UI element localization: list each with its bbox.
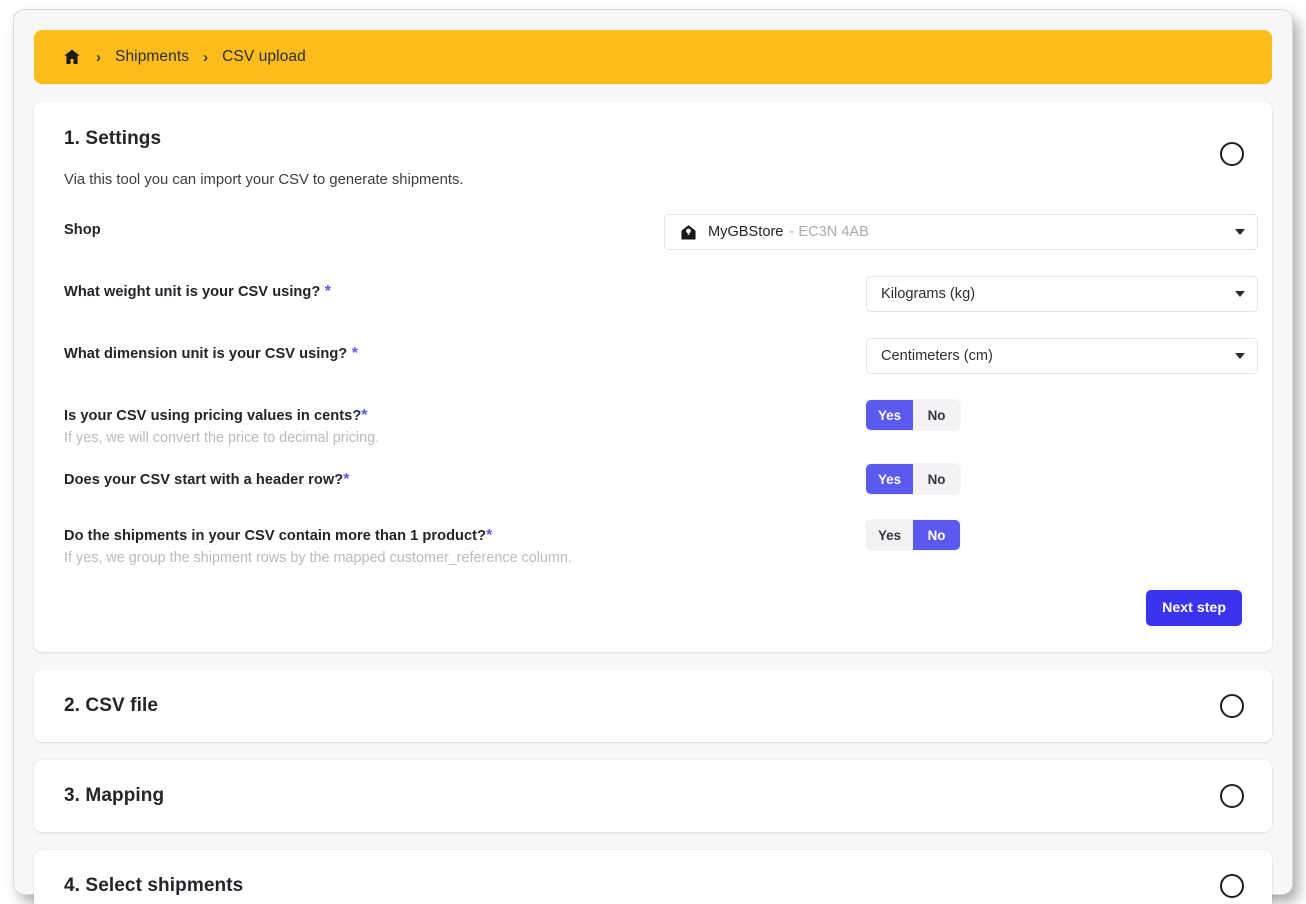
dimension-unit-required-mark: * (352, 345, 358, 362)
multi-product-hint: If yes, we group the shipment rows by th… (64, 550, 664, 566)
form-row-dimension-unit: What dimension unit is your CSV using? *… (64, 338, 1242, 374)
chevron-down-icon (1235, 353, 1245, 359)
cents-toggle-no[interactable]: No (913, 400, 960, 430)
section-select-shipments[interactable]: 4. Select shipments (34, 850, 1272, 904)
breadcrumb-item-csv-upload[interactable]: CSV upload (222, 48, 306, 66)
weight-unit-label: What weight unit is your CSV using? (64, 284, 320, 300)
section-mapping-status-icon (1220, 784, 1244, 808)
section-mapping-title: 3. Mapping (34, 785, 164, 807)
form-row-header-row: Does your CSV start with a header row?* … (64, 464, 1242, 494)
section-mapping[interactable]: 3. Mapping (34, 760, 1272, 832)
header-row-toggle[interactable]: Yes No (866, 464, 960, 494)
multi-product-toggle-yes[interactable]: Yes (866, 520, 913, 550)
header-row-toggle-yes[interactable]: Yes (866, 464, 913, 494)
breadcrumb: › Shipments › CSV upload (34, 30, 1272, 84)
dimension-unit-label: What dimension unit is your CSV using? (64, 346, 347, 362)
weight-unit-required-mark: * (325, 283, 331, 300)
section-csv-file[interactable]: 2. CSV file (34, 670, 1272, 742)
home-icon[interactable] (62, 47, 82, 67)
settings-actions: Next step (64, 590, 1242, 626)
cents-label: Is your CSV using pricing values in cent… (64, 408, 361, 424)
section-csv-file-title: 2. CSV file (34, 695, 158, 717)
form-row-shop: Shop MyGBStore - (64, 214, 1242, 250)
cents-hint: If yes, we will convert the price to dec… (64, 430, 664, 446)
form-row-multi-product: Do the shipments in your CSV contain mor… (64, 520, 1242, 566)
multi-product-label: Do the shipments in your CSV contain mor… (64, 528, 486, 544)
shop-label: Shop (64, 222, 101, 238)
shop-value-code: - EC3N 4AB (789, 224, 868, 240)
chevron-down-icon (1235, 229, 1245, 235)
header-row-required-mark: * (343, 471, 349, 488)
chevron-down-icon (1235, 291, 1245, 297)
cents-toggle-yes[interactable]: Yes (866, 400, 913, 430)
next-step-button[interactable]: Next step (1146, 590, 1242, 626)
breadcrumb-separator-1: › (96, 50, 101, 65)
form-row-weight-unit: What weight unit is your CSV using? * Ki… (64, 276, 1242, 312)
form-row-cents: Is your CSV using pricing values in cent… (64, 400, 1242, 446)
section-csv-file-status-icon (1220, 694, 1244, 718)
breadcrumb-item-shipments[interactable]: Shipments (115, 48, 189, 66)
breadcrumb-separator-2: › (203, 50, 208, 65)
dimension-unit-select[interactable]: Centimeters (cm) (866, 338, 1258, 374)
app-viewport: › Shipments › CSV upload 1. Settings Via… (0, 0, 1306, 904)
section-select-shipments-status-icon (1220, 874, 1244, 898)
dimension-unit-value: Centimeters (cm) (881, 348, 993, 364)
cents-toggle[interactable]: Yes No (866, 400, 960, 430)
multi-product-required-mark: * (486, 527, 492, 544)
section-settings: 1. Settings Via this tool you can import… (34, 102, 1272, 652)
header-row-label: Does your CSV start with a header row? (64, 472, 343, 488)
page-shell: › Shipments › CSV upload 1. Settings Via… (14, 10, 1292, 894)
weight-unit-select[interactable]: Kilograms (kg) (866, 276, 1258, 312)
store-pin-icon (679, 223, 698, 242)
section-settings-title: 1. Settings (64, 128, 1242, 150)
multi-product-toggle[interactable]: Yes No (866, 520, 960, 550)
multi-product-toggle-no[interactable]: No (913, 520, 960, 550)
section-select-shipments-title: 4. Select shipments (34, 875, 243, 897)
shop-select[interactable]: MyGBStore - EC3N 4AB (664, 214, 1258, 250)
settings-intro-text: Via this tool you can import your CSV to… (64, 172, 1242, 188)
weight-unit-value: Kilograms (kg) (881, 286, 975, 302)
shop-value-name: MyGBStore (708, 224, 783, 240)
cents-required-mark: * (361, 407, 367, 424)
section-settings-status-icon (1220, 142, 1244, 166)
header-row-toggle-no[interactable]: No (913, 464, 960, 494)
